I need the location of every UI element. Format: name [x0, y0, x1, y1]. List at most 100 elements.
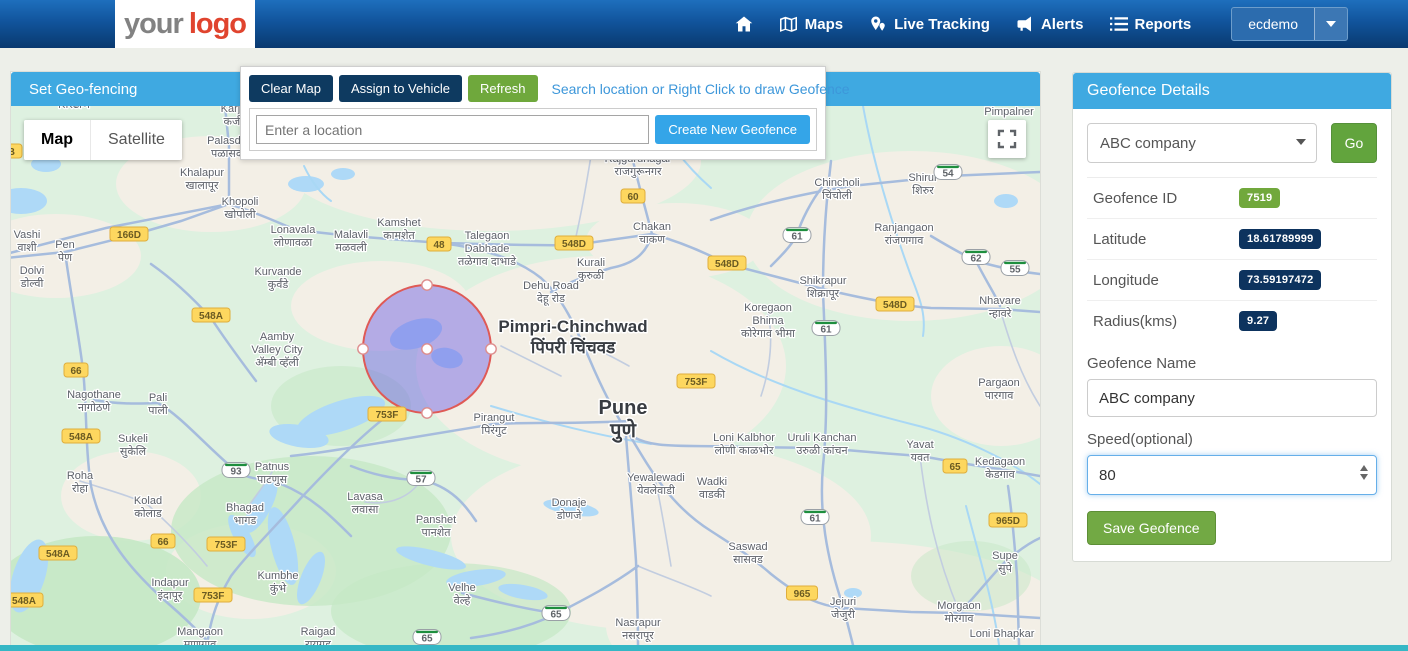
svg-text:62: 62 — [970, 254, 982, 265]
geofence-handle-west[interactable] — [358, 344, 368, 354]
clear-map-button[interactable]: Clear Map — [249, 75, 333, 102]
live-tracking-icon — [869, 15, 887, 33]
assign-to-vehicle-button[interactable]: Assign to Vehicle — [339, 75, 462, 102]
nav-reports[interactable]: Reports — [1110, 16, 1192, 33]
speed-input[interactable] — [1087, 455, 1377, 495]
app-logo[interactable]: your logo — [115, 0, 255, 48]
number-spinner[interactable] — [1360, 465, 1368, 480]
map-type-map-button[interactable]: Map — [24, 120, 90, 160]
map-town-label: Wadkiवाडकी — [697, 476, 727, 501]
nav-maps-label: Maps — [805, 16, 843, 33]
route-number-badge: 65 — [943, 459, 967, 473]
route-number-badge: 965 — [787, 586, 818, 600]
refresh-button[interactable]: Refresh — [468, 75, 538, 102]
map-type-satellite-button[interactable]: Satellite — [90, 120, 182, 160]
geofence-center-handle[interactable] — [422, 344, 432, 354]
nav-alerts-label: Alerts — [1041, 16, 1084, 33]
latitude-badge: 18.61789999 — [1239, 229, 1321, 249]
map-canvas[interactable]: Karjatकर्जतPalasdariपळासदरीशिरढोणKhalapu… — [11, 106, 1040, 645]
geofence-name-input[interactable] — [1087, 379, 1377, 417]
geofence-handle-east[interactable] — [486, 344, 496, 354]
route-shield-badge: 93 — [222, 463, 250, 478]
nav-live-tracking[interactable]: Live Tracking — [869, 15, 990, 33]
map-town-label: Kamshetकामशेत — [377, 217, 420, 242]
route-number-badge: 48 — [427, 237, 451, 251]
report-list-icon — [1110, 16, 1128, 32]
map-town-label: Mangaonमाणगाव — [177, 626, 223, 645]
route-shield-badge: 57 — [407, 471, 435, 486]
save-geofence-button[interactable]: Save Geofence — [1087, 511, 1216, 545]
route-shield-badge: 65 — [413, 630, 441, 645]
map-town-label: Shirurशिरुर — [908, 172, 938, 197]
route-number-badge: 548D — [708, 256, 746, 270]
nav-alerts[interactable]: Alerts — [1016, 15, 1084, 33]
geofence-handle-south[interactable] — [422, 408, 432, 418]
route-number-badge: 66 — [64, 363, 88, 377]
svg-text:548A: 548A — [46, 549, 70, 560]
top-navbar: your logo Maps Live Tracking Alerts Repo… — [0, 0, 1408, 48]
route-shield-badge: 65 — [542, 606, 570, 621]
geofence-name-group: Geofence Name — [1087, 355, 1377, 417]
latitude-label: Latitude — [1093, 231, 1239, 248]
latitude-row: Latitude 18.61789999 — [1087, 219, 1377, 260]
route-shield-badge: 61 — [812, 321, 840, 336]
map-town-label: Lonavalaलोणावळा — [271, 224, 317, 249]
details-panel-body: ABC company Go Geofence ID 7519 Latitude… — [1073, 109, 1391, 561]
nav-home[interactable] — [735, 15, 753, 33]
route-shield-badge: 62 — [962, 250, 990, 265]
route-shield-badge: 61 — [801, 510, 829, 525]
longitude-row: Longitude 73.59197472 — [1087, 260, 1377, 301]
longitude-badge: 73.59197472 — [1239, 270, 1321, 290]
details-panel-header: Geofence Details — [1073, 73, 1391, 109]
map-town-label: Sukeliसुकेलि — [118, 433, 148, 458]
create-new-geofence-button[interactable]: Create New Geofence — [655, 115, 810, 144]
map-town-label: Malavliमळवली — [334, 229, 368, 254]
logo-text-logo: logo — [189, 8, 246, 41]
radius-badge: 9.27 — [1239, 311, 1277, 331]
map-graphics: Karjatकर्जतPalasdariपळासदरीशिरढोणKhalapu… — [11, 106, 1040, 645]
account-caret-section[interactable] — [1314, 8, 1347, 40]
svg-text:548A: 548A — [69, 432, 93, 443]
nav-menu: Maps Live Tracking Alerts Reports ecdemo — [735, 0, 1348, 48]
svg-text:65: 65 — [949, 462, 961, 473]
route-shield-badge: 54 — [934, 165, 962, 180]
svg-text:548B: 548B — [11, 147, 15, 158]
nav-live-tracking-label: Live Tracking — [894, 16, 990, 33]
map-town-label: Patnusपाटणुस — [255, 461, 290, 486]
map-town-label: Jejuriजेजुरी — [830, 596, 856, 621]
nav-reports-label: Reports — [1135, 16, 1192, 33]
speed-input-wrap — [1087, 455, 1377, 495]
go-button[interactable]: Go — [1331, 123, 1377, 163]
route-number-badge: 548A — [62, 429, 100, 443]
route-number-badge: 548B — [11, 144, 22, 158]
speed-label: Speed(optional) — [1087, 431, 1377, 448]
map-town-label: Khalapurखालापूर — [180, 167, 224, 193]
fullscreen-button[interactable] — [988, 120, 1026, 158]
company-select[interactable]: ABC company — [1087, 123, 1317, 163]
speed-group: Speed(optional) — [1087, 431, 1377, 495]
svg-text:66: 66 — [157, 537, 169, 548]
map-town-label: Pimpalner — [984, 106, 1034, 118]
svg-text:965: 965 — [794, 589, 811, 600]
geofence-name-label: Geofence Name — [1087, 355, 1377, 372]
svg-text:65: 65 — [421, 634, 433, 645]
route-number-badge: 548D — [555, 236, 593, 250]
company-select-wrap: ABC company — [1087, 123, 1317, 163]
svg-text:55: 55 — [1009, 265, 1021, 276]
location-search-input[interactable] — [256, 115, 649, 144]
map-town-label: Penपेण — [55, 239, 75, 264]
map-town-label: Paliपाली — [148, 392, 168, 417]
map-town-label: Raigadरायगड — [301, 626, 336, 645]
svg-text:61: 61 — [791, 232, 803, 243]
geofence-handle-north[interactable] — [422, 280, 432, 290]
megaphone-icon — [1016, 15, 1034, 33]
account-dropdown[interactable]: ecdemo — [1231, 7, 1348, 41]
draw-hint-text: Search location or Right Click to draw G… — [552, 81, 850, 97]
geofence-id-badge: 7519 — [1239, 188, 1280, 208]
map-town-label: Panshetपानशेत — [416, 514, 456, 539]
route-number-badge: 60 — [621, 189, 645, 203]
route-number-badge: 548A — [39, 546, 77, 560]
svg-text:548A: 548A — [12, 596, 36, 607]
page-root: your logo Maps Live Tracking Alerts Repo… — [0, 0, 1408, 651]
nav-maps[interactable]: Maps — [779, 16, 843, 33]
